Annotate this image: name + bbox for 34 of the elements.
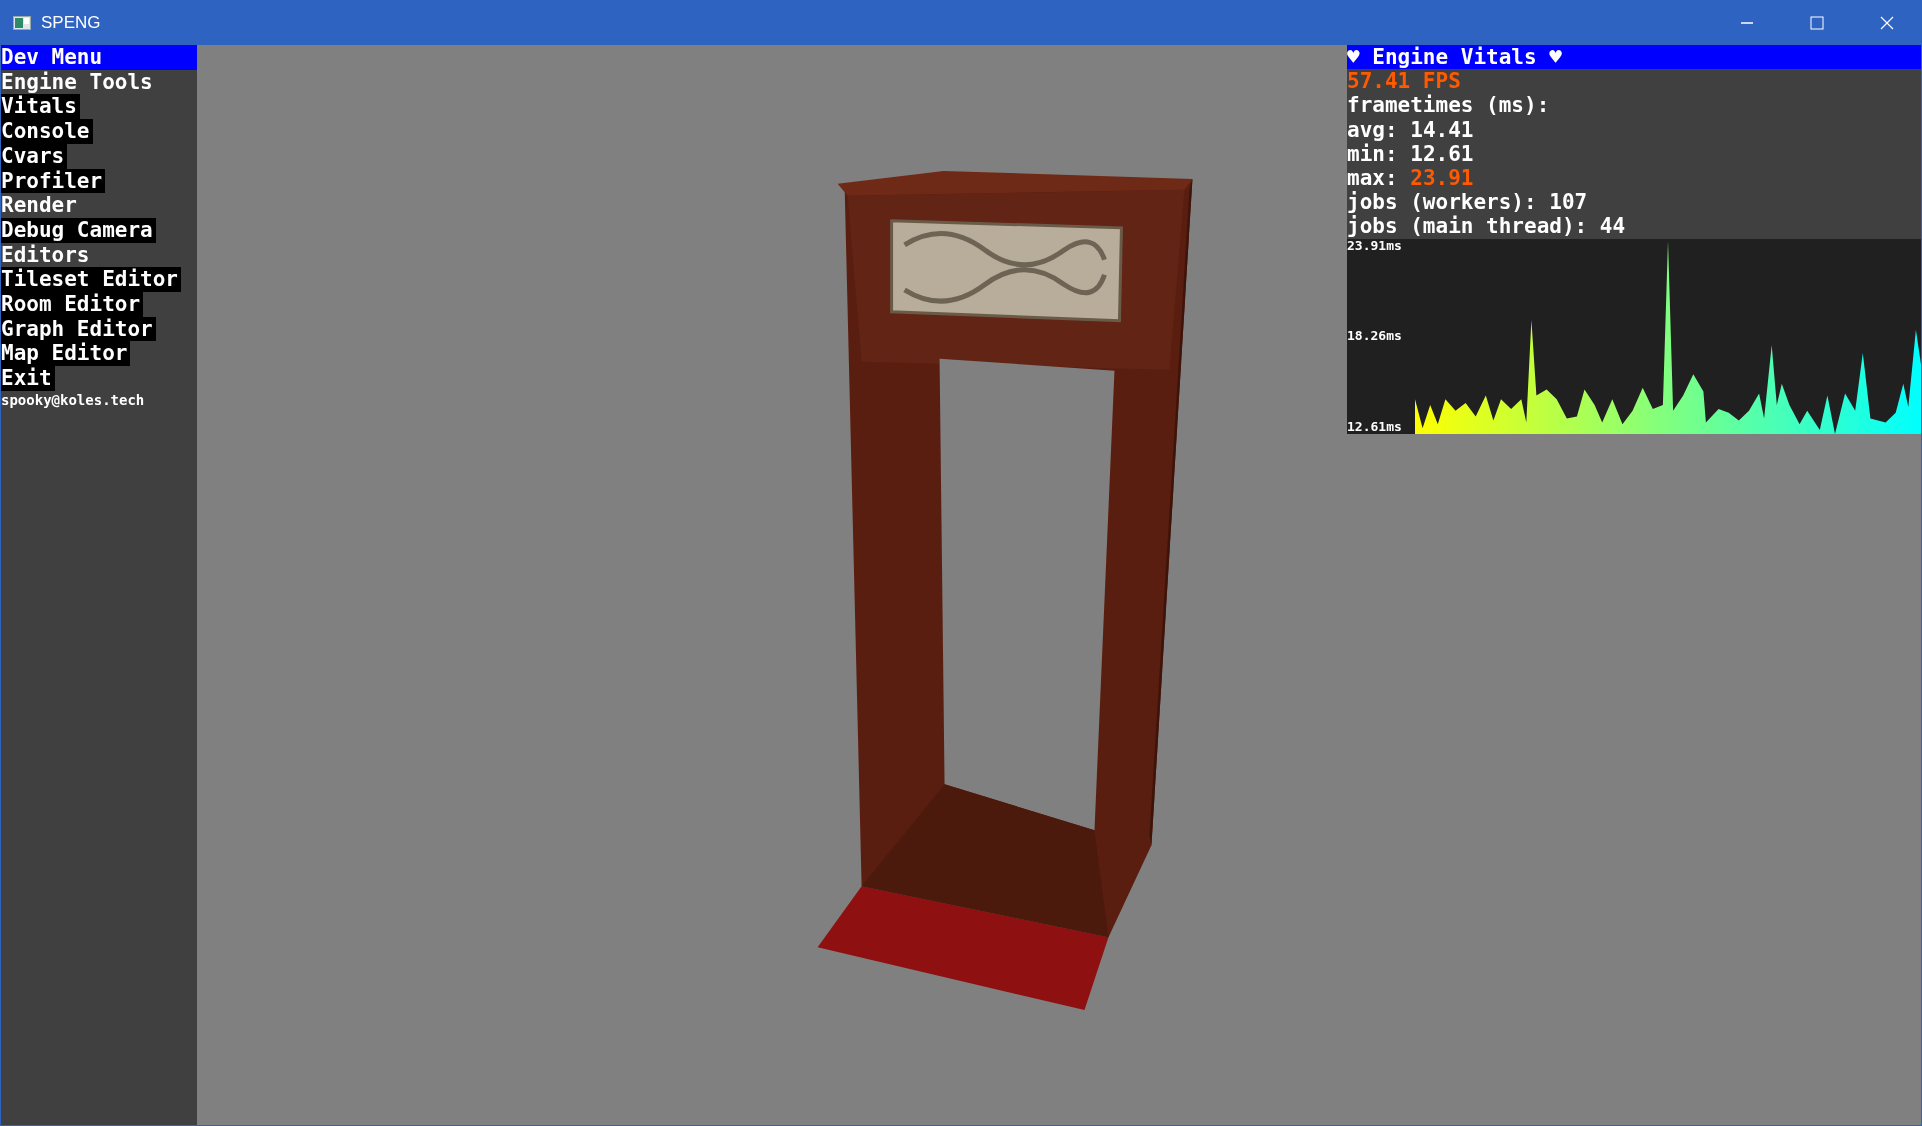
menu-item[interactable]: Profiler <box>1 168 106 194</box>
stat-label: max: <box>1347 166 1398 190</box>
menu-item[interactable]: Exit <box>1 366 55 391</box>
menu-section-label: Render <box>1 193 77 218</box>
menu-section-label: Engine Tools <box>1 69 153 95</box>
window-title: SPENG <box>41 12 101 33</box>
stat-value: 23.91 <box>1410 166 1474 190</box>
menu-item[interactable]: Tileset Editor <box>1 267 181 293</box>
dev-menu-title: Dev Menu <box>1 45 197 70</box>
maximize-icon <box>1810 15 1824 30</box>
stat-value: 14.41 <box>1410 117 1474 142</box>
menu-section-label: Editors <box>1 242 90 268</box>
minimize-icon <box>1740 21 1754 24</box>
jobs-count: jobs (main thread): 44 <box>1347 214 1627 239</box>
menu-item[interactable]: Debug Camera <box>1 217 156 243</box>
stat-value: 12.61 <box>1410 141 1474 166</box>
menu-item[interactable]: Vitals <box>1 94 80 120</box>
graph-axis-label: 18.26ms <box>1347 329 1403 344</box>
stat-label: avg: <box>1347 117 1398 142</box>
menu-item[interactable]: Map Editor <box>1 341 131 367</box>
menu-item[interactable]: Console <box>1 119 93 144</box>
graph-axis-label: 12.61ms <box>1347 419 1403 434</box>
close-icon <box>1880 15 1894 30</box>
menu-item[interactable]: Graph Editor <box>1 316 156 342</box>
jobs-count: jobs (workers): 107 <box>1347 190 1589 215</box>
frametimes-label: frametimes (ms): <box>1347 93 1551 118</box>
menu-item[interactable]: Cvars <box>1 143 68 169</box>
fps-counter: 57.41 FPS <box>1347 69 1462 94</box>
window-icon <box>13 15 31 30</box>
vitals-title: ♥ Engine Vitals ♥ <box>1347 45 1921 70</box>
user-email: spooky@koles.tech <box>1 390 145 409</box>
menu-item[interactable]: Room Editor <box>1 292 144 317</box>
stat-label: min: <box>1347 141 1398 166</box>
graph-axis-label: 23.91ms <box>1347 238 1403 253</box>
